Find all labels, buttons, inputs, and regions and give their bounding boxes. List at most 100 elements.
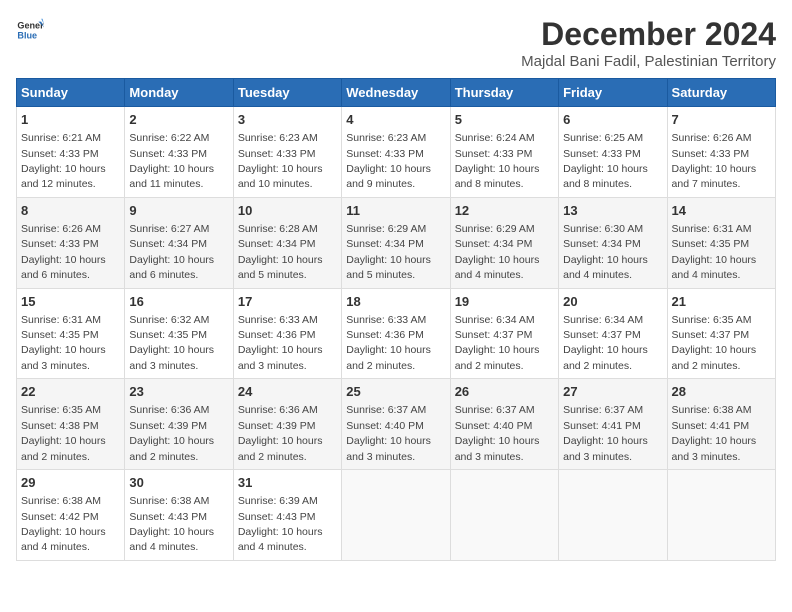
svg-text:Blue: Blue [17,30,37,40]
day-info: Sunrise: 6:35 AMSunset: 4:38 PMDaylight:… [21,404,106,462]
day-number: 29 [21,474,120,492]
day-number: 10 [238,202,337,220]
calendar-cell: 2 Sunrise: 6:22 AMSunset: 4:33 PMDaylight… [125,107,233,198]
day-info: Sunrise: 6:21 AMSunset: 4:33 PMDaylight:… [21,132,106,190]
day-number: 7 [672,111,771,129]
day-number: 24 [238,383,337,401]
calendar-cell: 30 Sunrise: 6:38 AMSunset: 4:43 PMDayligh… [125,470,233,561]
header-row: SundayMondayTuesdayWednesdayThursdayFrid… [17,79,776,107]
calendar-cell: 31Sunrise: 6:39 AMSunset: 4:43 PMDayligh… [233,470,341,561]
calendar-cell: 11Sunrise: 6:29 AMSunset: 4:34 PMDayligh… [342,197,450,288]
calendar-body: 1 Sunrise: 6:21 AMSunset: 4:33 PMDaylight… [17,107,776,561]
day-header: Monday [125,79,233,107]
day-info: Sunrise: 6:34 AMSunset: 4:37 PMDaylight:… [455,314,540,372]
day-info: Sunrise: 6:36 AMSunset: 4:39 PMDaylight:… [129,404,214,462]
calendar-cell: 20Sunrise: 6:34 AMSunset: 4:37 PMDayligh… [559,288,667,379]
day-number: 15 [21,293,120,311]
calendar-cell: 12Sunrise: 6:29 AMSunset: 4:34 PMDayligh… [450,197,558,288]
day-info: Sunrise: 6:35 AMSunset: 4:37 PMDaylight:… [672,314,757,372]
day-info: Sunrise: 6:25 AMSunset: 4:33 PMDaylight:… [563,132,648,190]
title-area: December 2024 Majdal Bani Fadil, Palesti… [521,16,776,70]
day-info: Sunrise: 6:23 AMSunset: 4:33 PMDaylight:… [346,132,431,190]
day-header: Sunday [17,79,125,107]
day-info: Sunrise: 6:22 AMSunset: 4:33 PMDaylight:… [129,132,214,190]
calendar-cell: 24 Sunrise: 6:36 AMSunset: 4:39 PMDayligh… [233,379,341,470]
day-number: 6 [563,111,662,129]
calendar-cell: 5 Sunrise: 6:24 AMSunset: 4:33 PMDaylight… [450,107,558,198]
calendar-week: 1 Sunrise: 6:21 AMSunset: 4:33 PMDaylight… [17,107,776,198]
day-number: 14 [672,202,771,220]
day-info: Sunrise: 6:31 AMSunset: 4:35 PMDaylight:… [21,314,106,372]
calendar-cell [667,470,775,561]
calendar-cell [559,470,667,561]
day-header: Tuesday [233,79,341,107]
day-info: Sunrise: 6:38 AMSunset: 4:42 PMDaylight:… [21,495,106,553]
day-header: Wednesday [342,79,450,107]
day-info: Sunrise: 6:30 AMSunset: 4:34 PMDaylight:… [563,223,648,281]
day-info: Sunrise: 6:38 AMSunset: 4:41 PMDaylight:… [672,404,757,462]
day-info: Sunrise: 6:24 AMSunset: 4:33 PMDaylight:… [455,132,540,190]
logo-icon: General Blue [16,16,44,44]
calendar-cell: 7 Sunrise: 6:26 AMSunset: 4:33 PMDaylight… [667,107,775,198]
calendar-week: 29 Sunrise: 6:38 AMSunset: 4:42 PMDayligh… [17,470,776,561]
day-header: Saturday [667,79,775,107]
calendar-cell: 22 Sunrise: 6:35 AMSunset: 4:38 PMDayligh… [17,379,125,470]
calendar-cell: 25 Sunrise: 6:37 AMSunset: 4:40 PMDayligh… [342,379,450,470]
day-number: 25 [346,383,445,401]
calendar-cell: 8Sunrise: 6:26 AMSunset: 4:33 PMDaylight… [17,197,125,288]
day-number: 27 [563,383,662,401]
header: General Blue December 2024 Majdal Bani F… [16,16,776,70]
day-info: Sunrise: 6:37 AMSunset: 4:40 PMDaylight:… [346,404,431,462]
day-info: Sunrise: 6:38 AMSunset: 4:43 PMDaylight:… [129,495,214,553]
day-info: Sunrise: 6:33 AMSunset: 4:36 PMDaylight:… [346,314,431,372]
calendar-cell: 18 Sunrise: 6:33 AMSunset: 4:36 PMDayligh… [342,288,450,379]
day-info: Sunrise: 6:29 AMSunset: 4:34 PMDaylight:… [346,223,431,281]
day-number: 22 [21,383,120,401]
day-info: Sunrise: 6:39 AMSunset: 4:43 PMDaylight:… [238,495,323,553]
day-info: Sunrise: 6:23 AMSunset: 4:33 PMDaylight:… [238,132,323,190]
calendar-cell: 10 Sunrise: 6:28 AMSunset: 4:34 PMDayligh… [233,197,341,288]
day-number: 26 [455,383,554,401]
day-info: Sunrise: 6:28 AMSunset: 4:34 PMDaylight:… [238,223,323,281]
day-header: Thursday [450,79,558,107]
day-number: 30 [129,474,228,492]
calendar-cell: 15 Sunrise: 6:31 AMSunset: 4:35 PMDayligh… [17,288,125,379]
calendar-cell: 28Sunrise: 6:38 AMSunset: 4:41 PMDayligh… [667,379,775,470]
day-info: Sunrise: 6:32 AMSunset: 4:35 PMDaylight:… [129,314,214,372]
day-info: Sunrise: 6:26 AMSunset: 4:33 PMDaylight:… [672,132,757,190]
day-info: Sunrise: 6:31 AMSunset: 4:35 PMDaylight:… [672,223,757,281]
day-info: Sunrise: 6:36 AMSunset: 4:39 PMDaylight:… [238,404,323,462]
day-number: 1 [21,111,120,129]
day-number: 16 [129,293,228,311]
calendar-cell: 4Sunrise: 6:23 AMSunset: 4:33 PMDaylight… [342,107,450,198]
calendar-cell: 27 Sunrise: 6:37 AMSunset: 4:41 PMDayligh… [559,379,667,470]
day-number: 9 [129,202,228,220]
subtitle: Majdal Bani Fadil, Palestinian Territory [521,53,776,70]
calendar-cell: 9Sunrise: 6:27 AMSunset: 4:34 PMDaylight… [125,197,233,288]
calendar-cell: 29 Sunrise: 6:38 AMSunset: 4:42 PMDayligh… [17,470,125,561]
calendar-cell: 3Sunrise: 6:23 AMSunset: 4:33 PMDaylight… [233,107,341,198]
calendar-cell: 19 Sunrise: 6:34 AMSunset: 4:37 PMDayligh… [450,288,558,379]
calendar-table: SundayMondayTuesdayWednesdayThursdayFrid… [16,78,776,561]
calendar-cell: 6 Sunrise: 6:25 AMSunset: 4:33 PMDaylight… [559,107,667,198]
day-number: 21 [672,293,771,311]
calendar-cell: 13 Sunrise: 6:30 AMSunset: 4:34 PMDayligh… [559,197,667,288]
day-number: 8 [21,202,120,220]
day-number: 23 [129,383,228,401]
calendar-cell: 23 Sunrise: 6:36 AMSunset: 4:39 PMDayligh… [125,379,233,470]
calendar-cell: 21 Sunrise: 6:35 AMSunset: 4:37 PMDayligh… [667,288,775,379]
day-number: 18 [346,293,445,311]
calendar-week: 8Sunrise: 6:26 AMSunset: 4:33 PMDaylight… [17,197,776,288]
day-number: 2 [129,111,228,129]
day-number: 19 [455,293,554,311]
logo: General Blue [16,16,44,44]
day-info: Sunrise: 6:29 AMSunset: 4:34 PMDaylight:… [455,223,540,281]
day-info: Sunrise: 6:37 AMSunset: 4:41 PMDaylight:… [563,404,648,462]
calendar-cell: 14 Sunrise: 6:31 AMSunset: 4:35 PMDayligh… [667,197,775,288]
main-title: December 2024 [521,16,776,53]
calendar-cell: 16 Sunrise: 6:32 AMSunset: 4:35 PMDayligh… [125,288,233,379]
day-number: 13 [563,202,662,220]
calendar-cell: 26 Sunrise: 6:37 AMSunset: 4:40 PMDayligh… [450,379,558,470]
day-info: Sunrise: 6:37 AMSunset: 4:40 PMDaylight:… [455,404,540,462]
day-number: 5 [455,111,554,129]
